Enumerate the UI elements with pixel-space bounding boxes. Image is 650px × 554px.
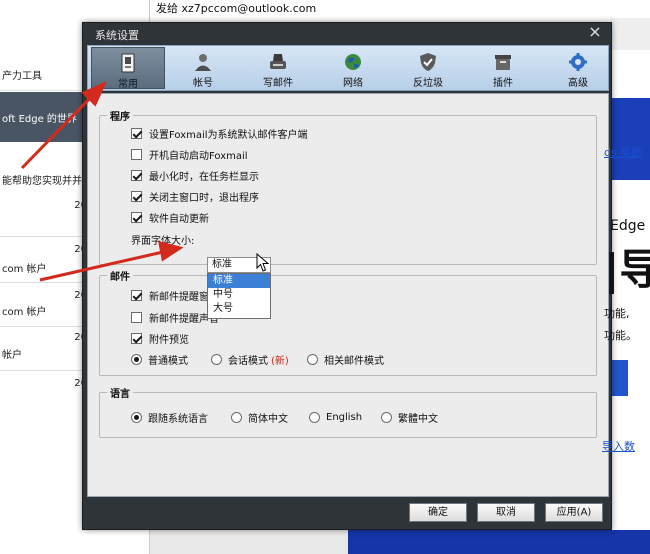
option-label: 附件预览 [149, 334, 189, 346]
tab-account[interactable]: 帐号 [166, 47, 240, 89]
language-english-radio[interactable]: English [309, 409, 362, 425]
tab-antispam[interactable]: 反垃圾 [391, 47, 465, 89]
compose-icon [270, 54, 286, 69]
checkbox[interactable] [131, 332, 142, 344]
antispam-icon [420, 53, 436, 71]
new-mail-sound-option[interactable]: 新邮件提醒声音 [131, 309, 219, 325]
tab-general[interactable]: 常用 [91, 47, 165, 90]
option-label: 跟随系统语言 [148, 413, 208, 425]
tab-compose[interactable]: 写邮件 [241, 47, 315, 89]
option-label: 最小化时，在任务栏显示 [149, 171, 259, 183]
language-traditional-chinese-radio[interactable]: 繁體中文 [381, 409, 438, 425]
apply-button[interactable]: 应用(A) [545, 503, 603, 522]
tab-network[interactable]: 网络 [316, 47, 390, 89]
tab-label: 写邮件 [263, 78, 293, 89]
ok-button[interactable]: 确定 [409, 503, 467, 522]
promo-line: 功能。 [604, 329, 637, 342]
font-size-label-text: 界面字体大小: [131, 235, 195, 247]
checkbox[interactable] [131, 289, 142, 301]
network-icon [345, 54, 361, 70]
radio[interactable] [211, 353, 222, 365]
program-group: 程序 设置Foxmail为系统默认邮件客户端 开机自动启动Foxmail 最小化… [99, 108, 597, 265]
tab-label: 高级 [568, 78, 588, 89]
tab-label: 常用 [118, 79, 138, 90]
settings-content: 程序 设置Foxmail为系统默认邮件客户端 开机自动启动Foxmail 最小化… [87, 93, 609, 497]
minimize-taskbar-option[interactable]: 最小化时，在任务栏显示 [131, 167, 259, 183]
system-settings-dialog: 系统设置 × 常用 帐号 写邮件 网络 反垃圾 插件 高级 程序 设置Foxma… [82, 22, 612, 530]
recipient-text: 发给 xz7pccom@outlook.com [156, 2, 317, 15]
option-label: 简体中文 [248, 413, 288, 425]
conversation-mode-radio[interactable]: 会话模式 (新) [211, 351, 289, 367]
autostart-option[interactable]: 开机自动启动Foxmail [131, 146, 248, 162]
tab-label: 反垃圾 [413, 78, 443, 89]
settings-tab-bar: 常用 帐号 写邮件 网络 反垃圾 插件 高级 [87, 45, 609, 91]
group-title: 语言 [107, 385, 133, 400]
cancel-button[interactable]: 取消 [477, 503, 535, 522]
mail-group: 邮件 新邮件提醒窗口 新邮件提醒声音 附件预览 普通模式 会话模式 (新) 相关… [99, 268, 597, 376]
attachment-preview-option[interactable]: 附件预览 [131, 330, 189, 346]
default-client-option[interactable]: 设置Foxmail为系统默认邮件客户端 [131, 125, 308, 141]
radio[interactable] [381, 411, 392, 423]
option-label: 会话模式 [228, 355, 268, 367]
option-label: 关闭主窗口时，退出程序 [149, 192, 259, 204]
promo-link[interactable]: ds 奖励 [604, 144, 642, 160]
checkbox[interactable] [131, 148, 142, 160]
checkbox[interactable] [131, 127, 142, 139]
option-label: 设置Foxmail为系统默认邮件客户端 [149, 129, 308, 141]
option-label: 繁體中文 [398, 413, 438, 425]
checkbox[interactable] [131, 169, 142, 181]
tab-plugins[interactable]: 插件 [466, 47, 540, 89]
general-icon [121, 53, 135, 73]
dialog-title: 系统设置 [95, 29, 139, 42]
checkbox[interactable] [131, 211, 142, 223]
option-label: 普通模式 [148, 355, 188, 367]
radio[interactable] [307, 353, 318, 365]
promo-heading: Edge [610, 218, 646, 234]
radio[interactable] [309, 411, 320, 423]
option-label: English [326, 411, 363, 423]
tab-advanced[interactable]: 高级 [541, 47, 615, 89]
promo-link[interactable]: 导入数 [602, 438, 635, 454]
radio[interactable] [131, 411, 142, 423]
new-badge: (新) [271, 355, 289, 367]
promo-line: 功能, [604, 307, 630, 320]
radio[interactable] [231, 411, 242, 423]
option-label: 软件自动更新 [149, 213, 209, 225]
bottom-banner [348, 530, 650, 554]
plugin-icon [495, 55, 511, 70]
font-size-option-medium[interactable]: 中号 [208, 288, 270, 302]
promo-big-text: |导 [604, 245, 650, 294]
account-icon [195, 54, 211, 71]
new-mail-window-option[interactable]: 新邮件提醒窗口 [131, 287, 219, 303]
font-size-label: 界面字体大小: [131, 231, 194, 247]
checkbox[interactable] [131, 190, 142, 202]
option-label: 开机自动启动Foxmail [149, 150, 248, 162]
language-group: 语言 跟随系统语言 简体中文 English 繁體中文 [99, 385, 597, 438]
font-size-value: 标准 [212, 259, 232, 270]
radio[interactable] [131, 353, 142, 365]
tab-label: 帐号 [193, 78, 213, 89]
dialog-button-bar: 确定 取消 应用(A) [87, 499, 609, 527]
font-size-option-standard[interactable]: 标准 [208, 274, 270, 288]
language-follow-system-radio[interactable]: 跟随系统语言 [131, 409, 208, 425]
tab-label: 插件 [493, 78, 513, 89]
language-simplified-chinese-radio[interactable]: 简体中文 [231, 409, 288, 425]
tab-label: 网络 [343, 78, 363, 89]
close-button[interactable]: × [587, 24, 603, 40]
exit-on-close-option[interactable]: 关闭主窗口时，退出程序 [131, 188, 259, 204]
checkbox[interactable] [131, 311, 142, 323]
font-size-option-large[interactable]: 大号 [208, 302, 270, 316]
group-title: 邮件 [107, 268, 133, 283]
auto-update-option[interactable]: 软件自动更新 [131, 209, 209, 225]
related-mail-mode-radio[interactable]: 相关邮件模式 [307, 351, 384, 367]
mouse-cursor-icon [256, 253, 270, 272]
option-label: 相关邮件模式 [324, 355, 384, 367]
advanced-icon [569, 53, 587, 71]
bottom-bar [150, 530, 348, 554]
normal-mode-radio[interactable]: 普通模式 [131, 351, 188, 367]
group-title: 程序 [107, 108, 133, 123]
font-size-dropdown-list: 标准 中号 大号 [207, 273, 271, 319]
